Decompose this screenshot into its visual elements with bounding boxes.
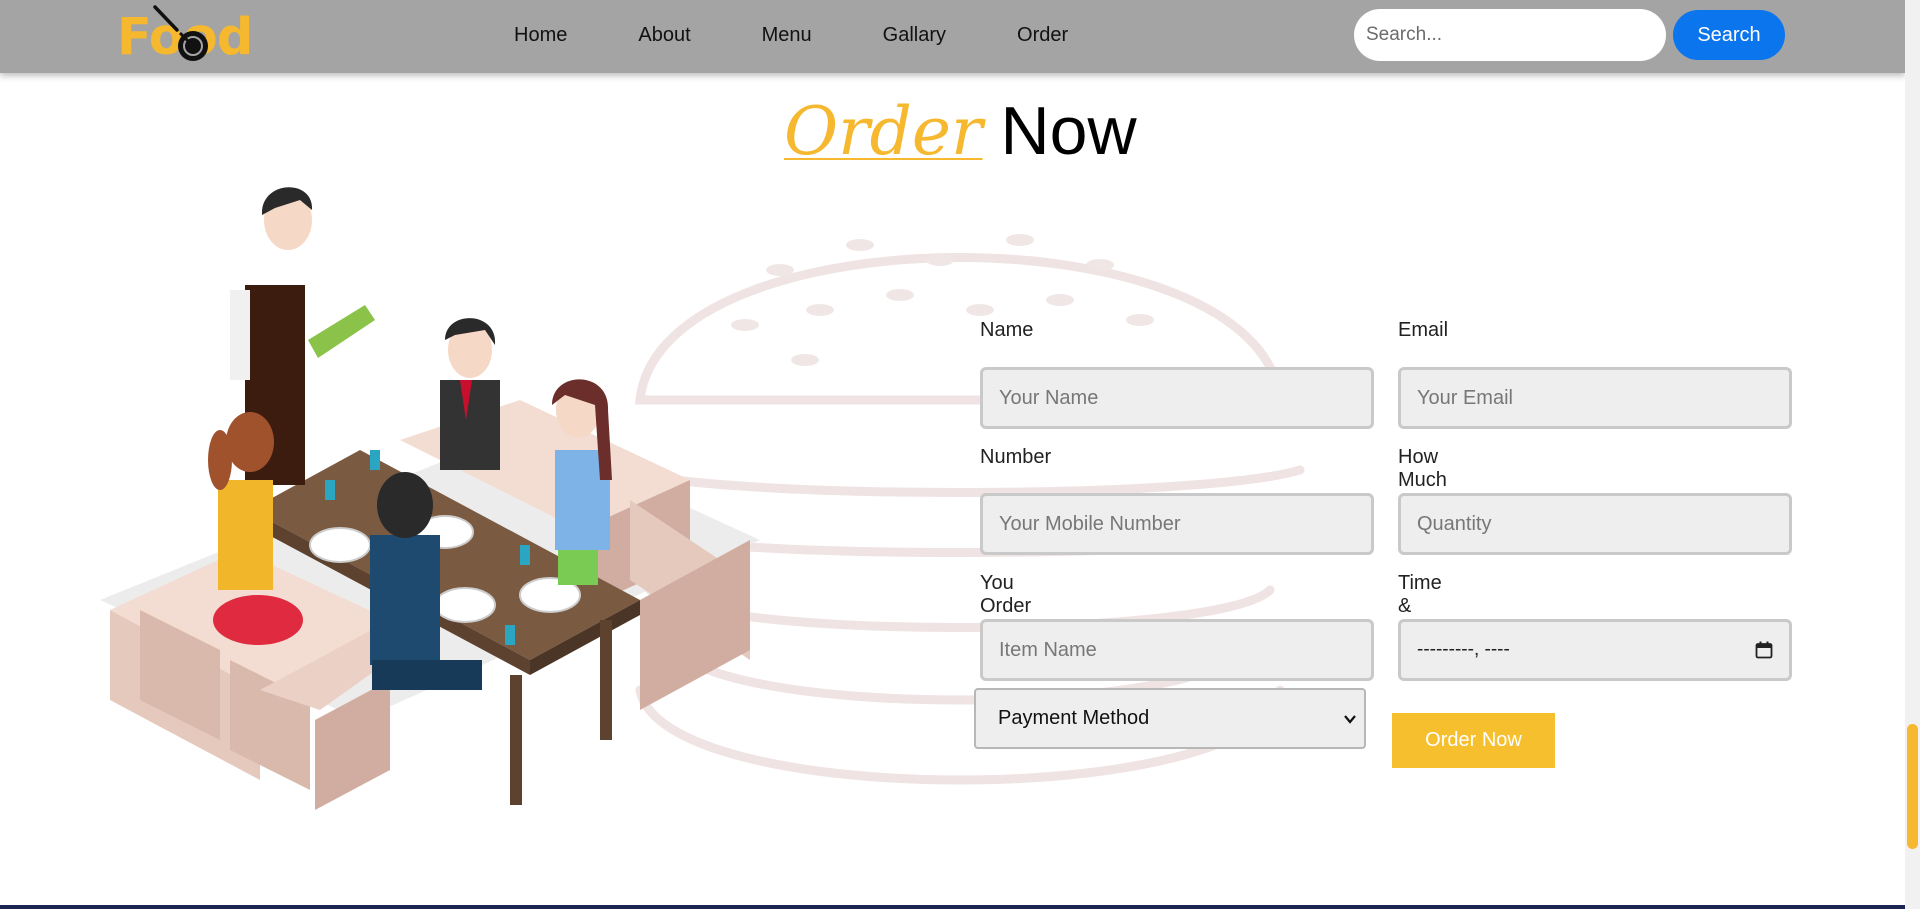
navbar: Food Home About Menu Gallary Order Searc… bbox=[0, 0, 1905, 73]
payment-method-select[interactable]: Payment Method bbox=[974, 688, 1366, 749]
calendar-icon[interactable] bbox=[1755, 641, 1773, 659]
quantity-input[interactable] bbox=[1398, 493, 1792, 555]
email-label: Email bbox=[1398, 319, 1449, 341]
nav-gallary[interactable]: Gallary bbox=[883, 24, 946, 47]
fork-and-spoon-icon bbox=[153, 5, 208, 61]
name-input[interactable] bbox=[980, 367, 1374, 429]
scrollbar-thumb[interactable] bbox=[1907, 724, 1918, 849]
nav-links: Home About Menu Gallary Order bbox=[514, 0, 1139, 70]
you-order-label: You Order bbox=[980, 572, 1032, 617]
date-time-value: ---------, ---- bbox=[1417, 639, 1510, 660]
date-time-input[interactable]: ---------, ---- bbox=[1398, 619, 1792, 681]
chevron-down-icon bbox=[1344, 714, 1356, 724]
page-scrollbar[interactable] bbox=[1905, 0, 1920, 909]
restaurant-illustration bbox=[100, 187, 760, 810]
search-input[interactable] bbox=[1354, 9, 1666, 61]
footer-edge bbox=[0, 905, 1905, 909]
name-label: Name bbox=[980, 319, 1034, 341]
page-title: Order Now bbox=[784, 92, 1137, 172]
number-label: Number bbox=[980, 446, 1052, 468]
nav-order[interactable]: Order bbox=[1017, 24, 1068, 47]
number-input[interactable] bbox=[980, 493, 1374, 555]
nav-menu[interactable]: Menu bbox=[762, 24, 812, 47]
brand-logo[interactable]: Food bbox=[117, 4, 253, 68]
item-name-input[interactable] bbox=[980, 619, 1374, 681]
email-input[interactable] bbox=[1398, 367, 1792, 429]
search-button[interactable]: Search bbox=[1673, 10, 1785, 60]
nav-about[interactable]: About bbox=[638, 24, 690, 47]
payment-method-value: Payment Method bbox=[998, 707, 1150, 729]
order-now-button[interactable]: Order Now bbox=[1392, 713, 1555, 768]
nav-home[interactable]: Home bbox=[514, 24, 567, 47]
how-much-label: How Much bbox=[1398, 446, 1447, 491]
page-title-accent: Order bbox=[784, 93, 983, 170]
page-title-rest: Now bbox=[1000, 93, 1137, 169]
